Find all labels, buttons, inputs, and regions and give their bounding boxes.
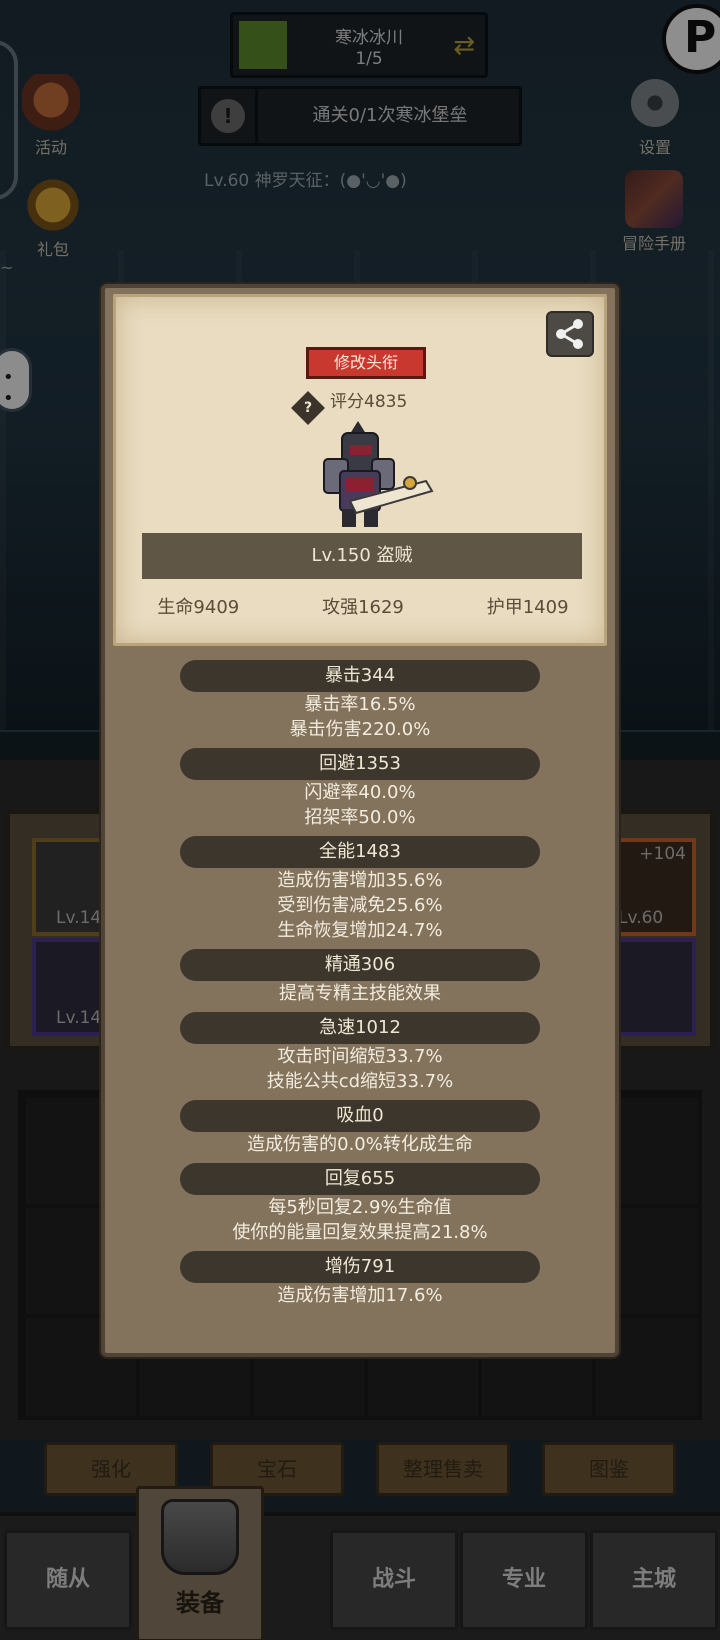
class-level-bar: Lv.150 盗贼 bbox=[142, 533, 582, 579]
help-icon-glyph: ? bbox=[303, 400, 313, 416]
stat-line: 闪避率40.0% bbox=[304, 782, 416, 803]
stat-header: 暴击344 bbox=[180, 660, 540, 692]
stat-line: 暴击率16.5% bbox=[304, 694, 416, 715]
share-icon bbox=[556, 319, 583, 349]
stat-line: 暴击伤害220.0% bbox=[289, 719, 431, 740]
stat-group-versatility: 全能1483 造成伤害增加35.6% 受到伤害减免25.6% 生命恢复增加24.… bbox=[105, 836, 615, 943]
stat-line: 技能公共cd缩短33.7% bbox=[266, 1071, 454, 1092]
share-button[interactable] bbox=[546, 311, 594, 357]
stat-line: 招架率50.0% bbox=[304, 807, 416, 828]
score-line: ? 评分4835 bbox=[291, 387, 408, 425]
rogue-character-icon bbox=[323, 421, 434, 527]
stat-header: 吸血0 bbox=[180, 1100, 540, 1132]
stat-header: 增伤791 bbox=[180, 1251, 540, 1283]
stat-line: 使你的能量回复效果提高21.8% bbox=[232, 1222, 488, 1243]
secondary-stats: 暴击344 暴击率16.5% 暴击伤害220.0% 回避1353 闪避率40.0… bbox=[105, 654, 615, 1308]
stat-line: 造成伤害增加17.6% bbox=[277, 1285, 443, 1306]
stat-group-regen: 回复655 每5秒回复2.9%生命值 使你的能量回复效果提高21.8% bbox=[105, 1163, 615, 1245]
stat-line: 受到伤害减免25.6% bbox=[277, 895, 443, 916]
stat-group-damage-bonus: 增伤791 造成伤害增加17.6% bbox=[105, 1251, 615, 1308]
base-stats: 生命9409 攻强1629 护甲1409 bbox=[116, 593, 610, 621]
stat-line: 生命恢复增加24.7% bbox=[277, 920, 443, 941]
stat-group-avoidance: 回避1353 闪避率40.0% 招架率50.0% bbox=[105, 748, 615, 830]
attack-stat: 攻强1629 bbox=[322, 597, 404, 618]
stat-group-lifesteal: 吸血0 造成伤害的0.0%转化成生命 bbox=[105, 1100, 615, 1157]
stat-line: 每5秒回复2.9%生命值 bbox=[268, 1197, 452, 1218]
stat-line: 造成伤害的0.0%转化成生命 bbox=[247, 1134, 473, 1155]
stat-group-crit: 暴击344 暴击率16.5% 暴击伤害220.0% bbox=[105, 660, 615, 742]
stat-line: 造成伤害增加35.6% bbox=[277, 870, 443, 891]
stat-group-mastery: 精通306 提高专精主技能效果 bbox=[105, 949, 615, 1006]
stat-header: 急速1012 bbox=[180, 1012, 540, 1044]
stat-line: 攻击时间缩短33.7% bbox=[277, 1046, 443, 1067]
stat-header: 回复655 bbox=[180, 1163, 540, 1195]
stat-header: 精通306 bbox=[180, 949, 540, 981]
hp-stat: 生命9409 bbox=[157, 597, 240, 618]
stat-line: 提高专精主技能效果 bbox=[279, 983, 441, 1004]
score-value: 评分4835 bbox=[330, 392, 408, 412]
character-card: 修改头衔 ? 评分4835 Lv.150 盗贼 生命9409 攻强1629 护甲1… bbox=[113, 294, 607, 646]
armor-stat: 护甲1409 bbox=[486, 597, 569, 618]
edit-title-button[interactable]: 修改头衔 bbox=[306, 347, 426, 379]
stat-group-haste: 急速1012 攻击时间缩短33.7% 技能公共cd缩短33.7% bbox=[105, 1012, 615, 1094]
character-stats-popup: 修改头衔 ? 评分4835 Lv.150 盗贼 生命9409 攻强1629 护甲1… bbox=[101, 284, 619, 1357]
stat-header: 全能1483 bbox=[180, 836, 540, 868]
stat-header: 回避1353 bbox=[180, 748, 540, 780]
